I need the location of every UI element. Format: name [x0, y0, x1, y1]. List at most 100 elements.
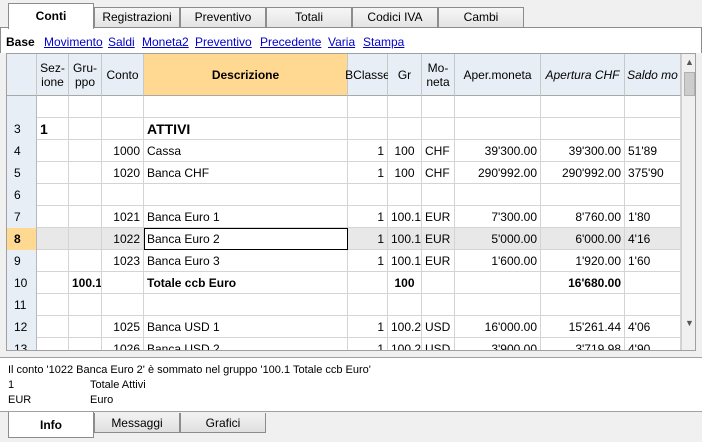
row-number[interactable]: 6	[7, 184, 37, 206]
cell-descrizione[interactable]: Banca Euro 2	[144, 228, 348, 250]
cell-gruppo[interactable]	[69, 184, 102, 206]
cell-saldo-moneta[interactable]: 1'80	[625, 206, 681, 228]
view-base[interactable]: Base	[6, 35, 35, 49]
tab-conti[interactable]: Conti	[8, 3, 94, 29]
cell-gruppo[interactable]	[69, 250, 102, 272]
cell-gruppo[interactable]	[69, 338, 102, 350]
cell-saldo-moneta[interactable]	[625, 118, 681, 140]
view-movimento[interactable]: Movimento	[44, 35, 103, 49]
view-preventivo[interactable]: Preventivo	[195, 35, 252, 49]
cell-conto[interactable]: 1020	[102, 162, 144, 184]
cell-apertura-chf[interactable]	[541, 118, 625, 140]
cell-aper-moneta[interactable]: 7'300.00	[455, 206, 541, 228]
col-apertura-chf[interactable]: Apertura CHF	[541, 54, 625, 96]
col-saldo-moneta[interactable]: Saldo mo	[625, 54, 681, 96]
cell-bclasse[interactable]	[348, 294, 388, 316]
cell-gruppo[interactable]	[69, 118, 102, 140]
cell-moneta[interactable]: CHF	[422, 162, 455, 184]
table-row[interactable]: 8 1022 Banca Euro 2 1 100.1 EUR 5'000.00 6'000.…	[7, 228, 681, 250]
cell-gr[interactable]: 100.1	[388, 206, 422, 228]
cell-gr[interactable]: 100.2	[388, 316, 422, 338]
cell-aper-moneta[interactable]	[455, 272, 541, 294]
table-row[interactable]: 7 1021 Banca Euro 1 1 100.1 EUR 7'300.00 8'760.…	[7, 206, 681, 228]
cell-moneta[interactable]: CHF	[422, 140, 455, 162]
scroll-up-icon[interactable]: ▲	[682, 55, 695, 70]
cell-aper-moneta[interactable]: 3'900.00	[455, 338, 541, 350]
tab-codici-iva[interactable]: Codici IVA	[352, 7, 438, 27]
view-saldi[interactable]: Saldi	[108, 35, 135, 49]
cell-bclasse[interactable]	[348, 184, 388, 206]
cell-moneta[interactable]	[422, 294, 455, 316]
cell-apertura-chf[interactable]: 16'680.00	[541, 272, 625, 294]
col-conto[interactable]: Conto	[102, 54, 144, 96]
cell-moneta[interactable]: EUR	[422, 228, 455, 250]
cell-sezione[interactable]	[37, 294, 69, 316]
cell-bclasse[interactable]	[348, 118, 388, 140]
cell-gruppo[interactable]	[69, 162, 102, 184]
cell-aper-moneta[interactable]	[455, 184, 541, 206]
table-row[interactable]: 6	[7, 184, 681, 206]
cell-conto[interactable]: 1000	[102, 140, 144, 162]
cell-gr[interactable]: 100.1	[388, 250, 422, 272]
col-bclasse[interactable]: BClasse	[345, 54, 390, 96]
cell-descrizione[interactable]: Banca CHF	[144, 162, 348, 184]
cell-apertura-chf[interactable]	[541, 294, 625, 316]
table-row[interactable]: 4 1000 Cassa 1 100 CHF 39'300.00 39'300.00 51'89	[7, 140, 681, 162]
row-number[interactable]	[7, 96, 37, 118]
tab-cambi[interactable]: Cambi	[438, 7, 524, 27]
cell-aper-moneta[interactable]: 16'000.00	[455, 316, 541, 338]
cell-gr[interactable]	[388, 118, 422, 140]
cell-saldo-moneta[interactable]	[625, 272, 681, 294]
cell-descrizione[interactable]	[144, 294, 348, 316]
tab-registrazioni[interactable]: Registrazioni	[94, 7, 180, 27]
cell-descrizione[interactable]	[144, 96, 348, 118]
cell-conto[interactable]	[102, 184, 144, 206]
tab-grafici[interactable]: Grafici	[180, 413, 266, 433]
col-descrizione[interactable]: Descrizione	[144, 54, 348, 96]
row-number[interactable]: 11	[7, 294, 37, 316]
cell-apertura-chf[interactable]: 3'719.98	[541, 338, 625, 350]
cell-sezione[interactable]	[37, 184, 69, 206]
cell-gr[interactable]: 100	[388, 140, 422, 162]
cell-saldo-moneta[interactable]	[625, 96, 681, 118]
cell-sezione[interactable]: 1	[37, 118, 69, 140]
cell-bclasse[interactable]: 1	[348, 162, 388, 184]
cell-saldo-moneta[interactable]: 4'06	[625, 316, 681, 338]
cell-saldo-moneta[interactable]: 4'16	[625, 228, 681, 250]
cell-aper-moneta[interactable]: 290'992.00	[455, 162, 541, 184]
cell-descrizione[interactable]: Banca USD 1	[144, 316, 348, 338]
cell-apertura-chf[interactable]: 8'760.00	[541, 206, 625, 228]
cell-apertura-chf[interactable]	[541, 184, 625, 206]
cell-gr[interactable]: 100	[388, 272, 422, 294]
table-row[interactable]: 9 1023 Banca Euro 3 1 100.1 EUR 1'600.00 1'920.…	[7, 250, 681, 272]
table-row[interactable]: 5 1020 Banca CHF 1 100 CHF 290'992.00 290'992.0…	[7, 162, 681, 184]
row-number[interactable]: 10	[7, 272, 37, 294]
row-number[interactable]: 7	[7, 206, 37, 228]
cell-aper-moneta[interactable]	[455, 96, 541, 118]
table-row[interactable]	[7, 96, 681, 118]
cell-moneta[interactable]	[422, 184, 455, 206]
cell-aper-moneta[interactable]: 5'000.00	[455, 228, 541, 250]
cell-gr[interactable]: 100.1	[388, 228, 422, 250]
cell-aper-moneta[interactable]	[455, 118, 541, 140]
cell-aper-moneta[interactable]: 39'300.00	[455, 140, 541, 162]
cell-saldo-moneta[interactable]: 375'90	[625, 162, 681, 184]
cell-sezione[interactable]	[37, 338, 69, 350]
cell-sezione[interactable]	[37, 162, 69, 184]
cell-descrizione[interactable]: ATTIVI	[144, 118, 348, 140]
row-number[interactable]: 3	[7, 118, 37, 140]
cell-bclasse[interactable]	[348, 272, 388, 294]
cell-saldo-moneta[interactable]: 1'60	[625, 250, 681, 272]
tab-preventivo[interactable]: Preventivo	[180, 7, 266, 27]
cell-conto[interactable]	[102, 118, 144, 140]
view-precedente[interactable]: Precedente	[260, 35, 321, 49]
cell-descrizione[interactable]: Banca Euro 1	[144, 206, 348, 228]
cell-saldo-moneta[interactable]: 4'90	[625, 338, 681, 350]
cell-gr[interactable]	[388, 294, 422, 316]
cell-apertura-chf[interactable]: 15'261.44	[541, 316, 625, 338]
cell-moneta[interactable]: USD	[422, 316, 455, 338]
tab-info[interactable]: Info	[8, 412, 94, 438]
scroll-down-icon[interactable]: ▼	[682, 316, 695, 331]
cell-moneta[interactable]: USD	[422, 338, 455, 350]
cell-sezione[interactable]	[37, 206, 69, 228]
